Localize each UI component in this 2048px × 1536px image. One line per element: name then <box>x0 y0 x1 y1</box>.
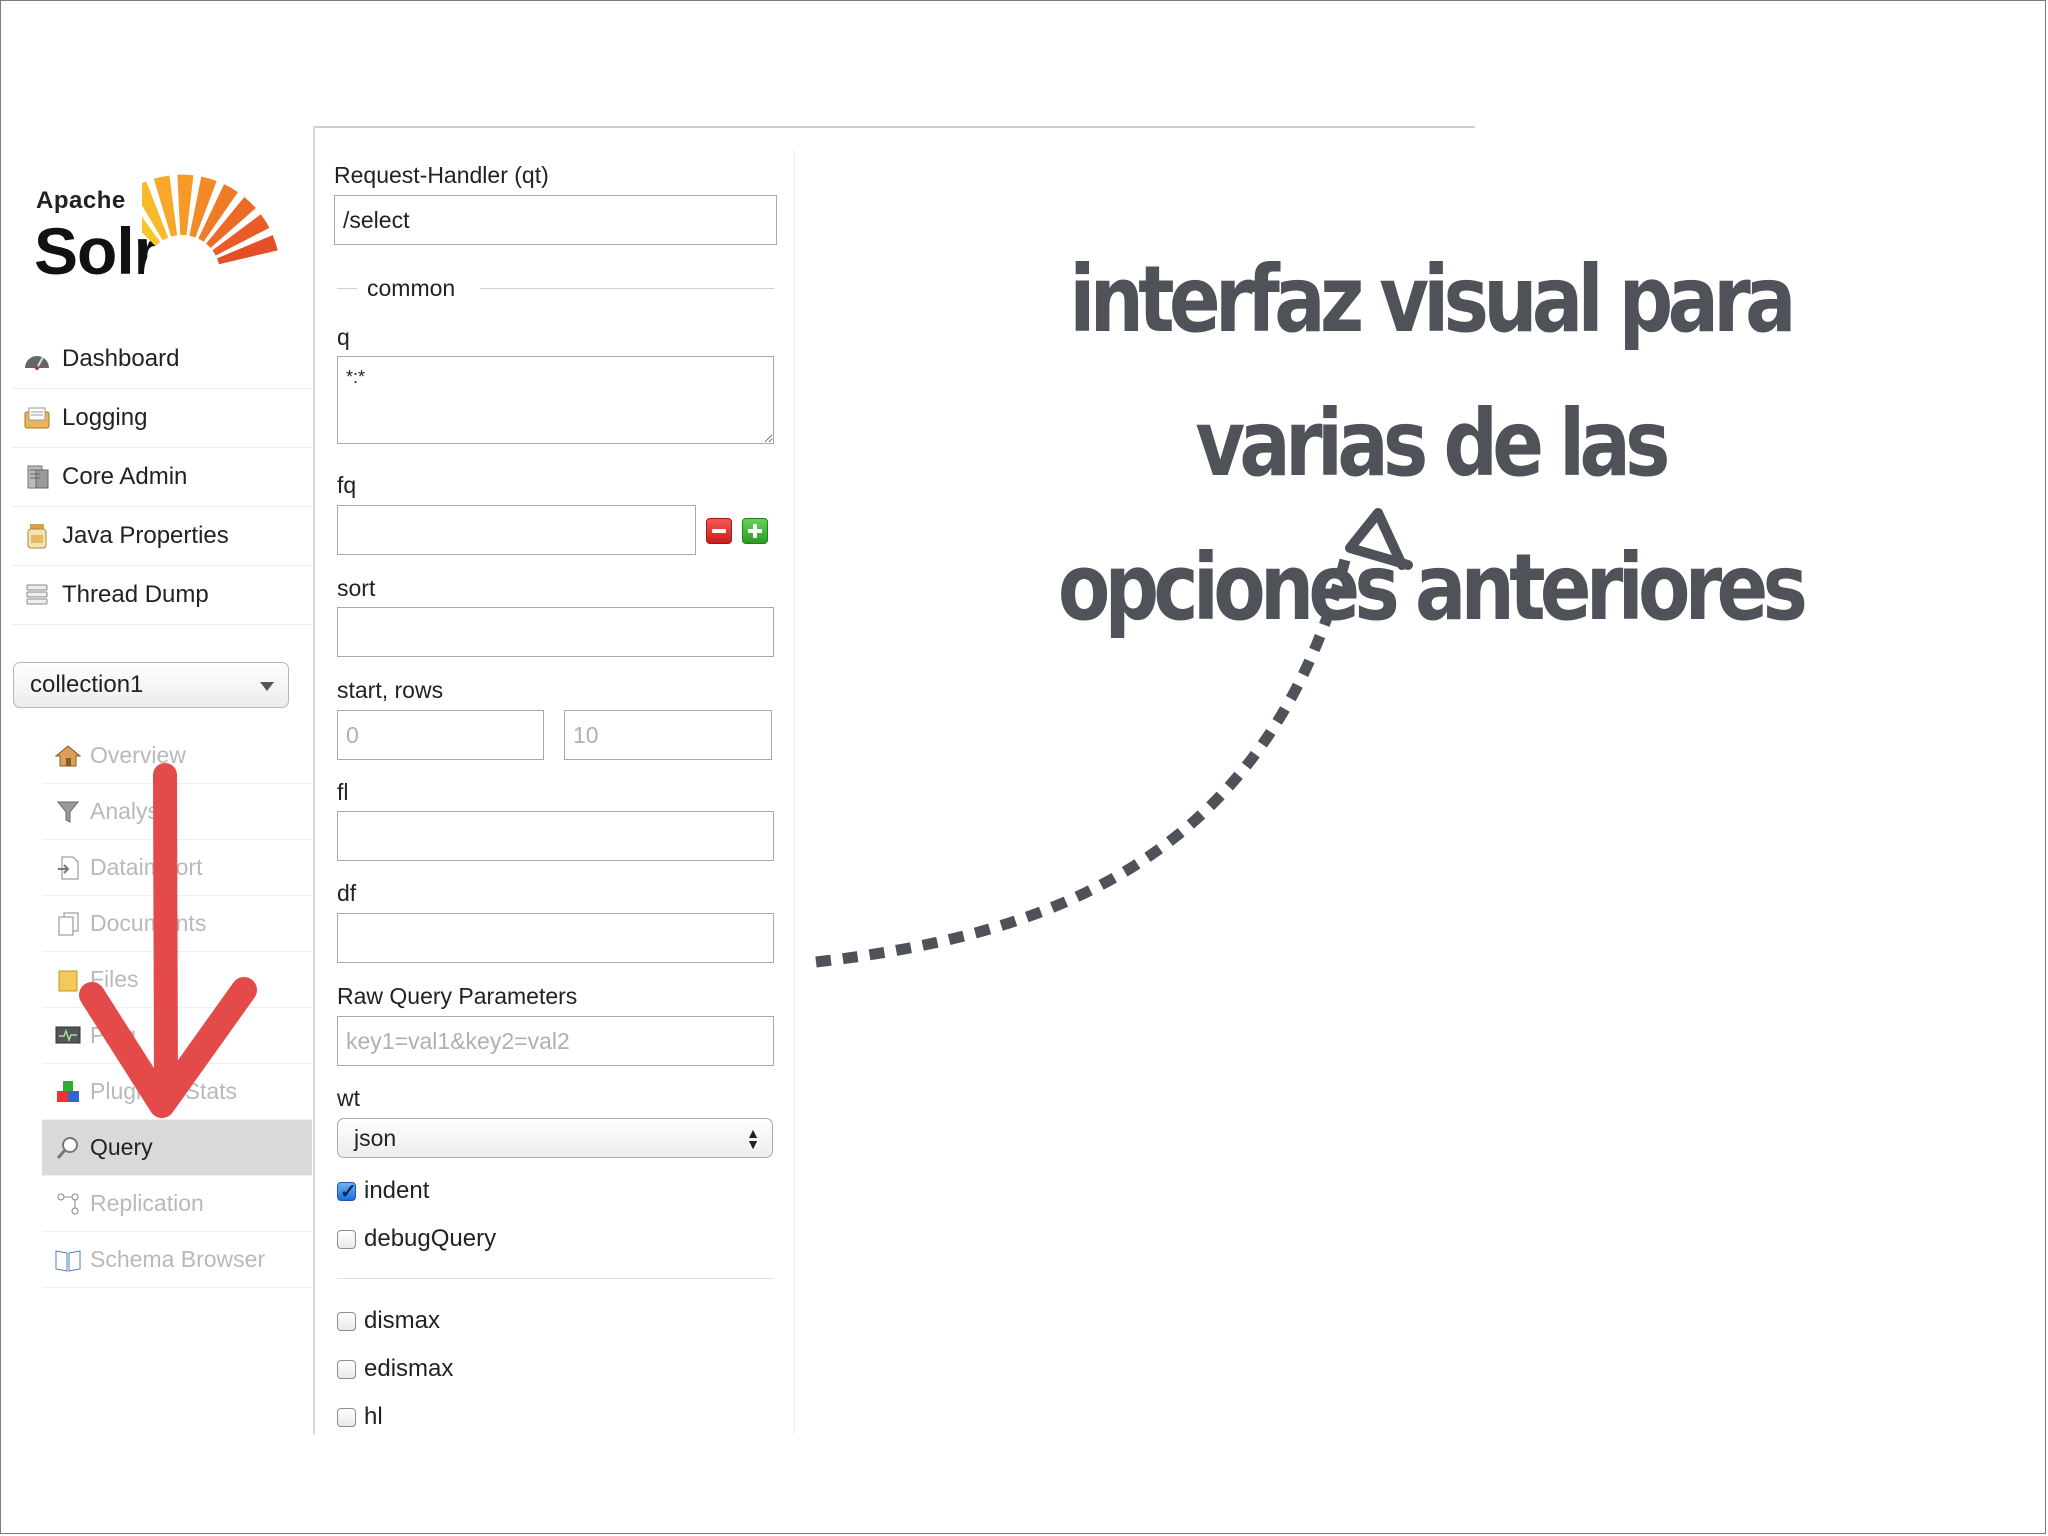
annotation-arrows <box>79 508 1413 1118</box>
red-down-arrow-icon <box>79 763 257 1118</box>
dotted-arrow-icon <box>815 508 1413 968</box>
